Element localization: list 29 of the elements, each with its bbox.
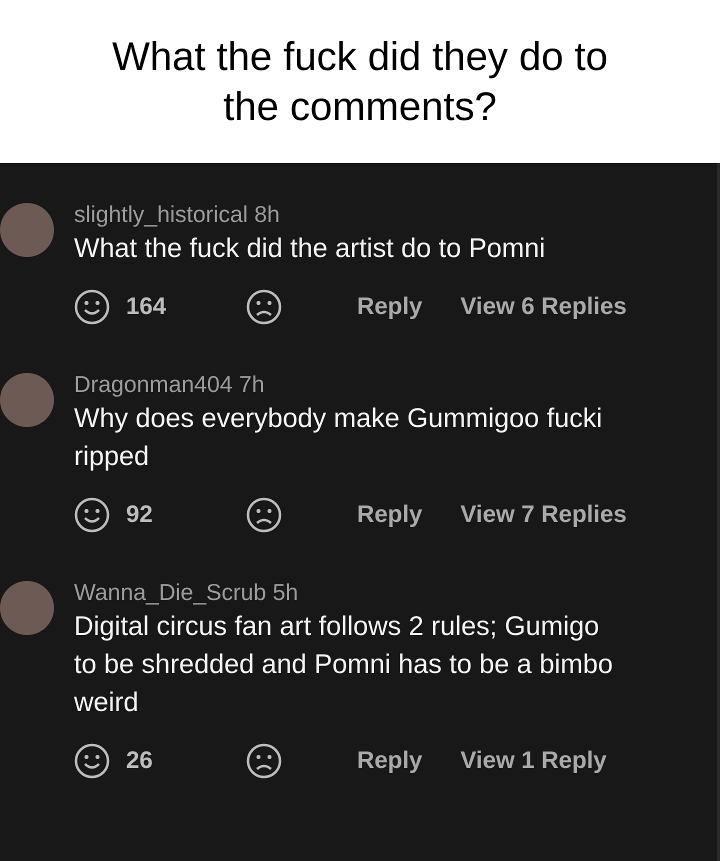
avatar[interactable]: [0, 203, 54, 257]
smiley-icon[interactable]: [74, 497, 110, 533]
view-replies-button[interactable]: View 7 Replies: [460, 501, 627, 529]
reply-button[interactable]: Reply: [357, 747, 422, 775]
avatar[interactable]: [0, 581, 54, 635]
like-count: 92: [126, 501, 154, 529]
smiley-icon[interactable]: [74, 289, 110, 325]
caption-line: What the fuck did they do to: [112, 34, 608, 80]
reply-button[interactable]: Reply: [357, 293, 422, 321]
comment-text: Why does everybody make Gummigoo fucki: [74, 402, 604, 435]
like-count: 164: [126, 293, 168, 321]
comment-author: slightly_historical 8h: [74, 200, 281, 229]
frown-icon[interactable]: [246, 289, 282, 325]
frown-icon[interactable]: [246, 743, 282, 779]
comment-author: Wanna_Die_Scrub 5h: [74, 578, 300, 607]
view-replies-button[interactable]: View 1 Reply: [460, 747, 607, 775]
comment-text: Digital circus fan art follows 2 rules; Gumigo: [74, 610, 600, 643]
smiley-icon[interactable]: [74, 743, 110, 779]
comment-text: ripped: [74, 440, 150, 473]
comment-text: weird: [74, 686, 140, 719]
caption-line: the comments?: [223, 84, 497, 130]
view-replies-button[interactable]: View 6 Replies: [460, 293, 627, 321]
comment-author: Dragonman404 7h: [74, 370, 266, 399]
like-count: 26: [126, 747, 154, 775]
avatar[interactable]: [0, 373, 54, 427]
frown-icon[interactable]: [246, 497, 282, 533]
comment-text: to be shredded and Pomni has to be a bimbo: [74, 648, 614, 681]
reply-button[interactable]: Reply: [357, 501, 422, 529]
comment-text: What the fuck did the artist do to Pomni: [74, 232, 546, 265]
